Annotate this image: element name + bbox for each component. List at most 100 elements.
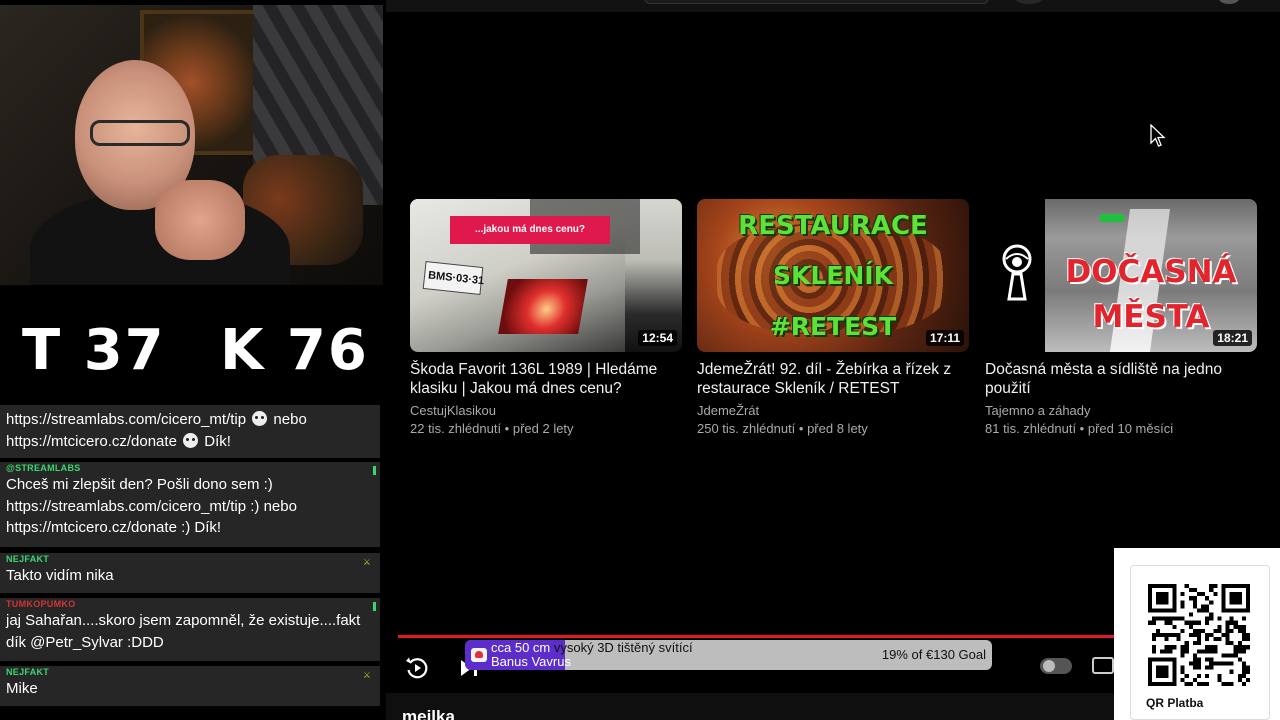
video-thumbnail[interactable]: RESTAURACE SKLENÍK #RETEST 17:11: [697, 199, 969, 352]
qr-module: [1229, 661, 1234, 666]
qr-module: [1152, 637, 1157, 642]
qr-module: [1192, 653, 1197, 658]
qr-module: [1241, 661, 1246, 666]
qr-module: [1241, 632, 1246, 638]
qr-module: [1180, 628, 1185, 633]
qr-module: [1160, 616, 1165, 621]
qr-module: [1209, 588, 1214, 593]
autoplay-toggle[interactable]: [1040, 658, 1072, 674]
qr-module: [1205, 608, 1210, 613]
channel-name[interactable]: Tajemno a záhady: [985, 402, 1257, 420]
qr-module: [1225, 632, 1230, 638]
qr-module: [1213, 637, 1218, 642]
qr-module: [1168, 616, 1173, 621]
qr-module: [1217, 677, 1222, 682]
end-screen-video-1[interactable]: BMS·03·31 ...jakou má dnes cenu? 12:54 Š…: [410, 199, 682, 438]
qr-module: [1180, 604, 1185, 609]
qr-module: [1192, 596, 1197, 601]
qr-module: [1205, 616, 1210, 621]
subtitles-icon[interactable]: [1092, 657, 1114, 674]
qr-module: [1233, 653, 1238, 658]
video-thumbnail[interactable]: BMS·03·31 ...jakou má dnes cenu? 12:54: [410, 199, 682, 352]
video-title[interactable]: Dočasná města a sídliště na jedno použit…: [985, 360, 1257, 398]
qr-module: [1221, 681, 1226, 686]
sword-badge-icon: ⚔: [362, 557, 371, 567]
qr-module: [1201, 649, 1206, 654]
qr-module: [1152, 620, 1157, 625]
upload-age: před 8 lety: [807, 421, 868, 436]
video-meta: 81 tis. zhlédnutí • před 10 měsíci: [985, 421, 1174, 436]
qr-module: [1188, 624, 1193, 629]
video-page-title: mejlka: [402, 707, 455, 720]
chat-text: https://streamlabs.com/cicero_mt/tip: [6, 411, 247, 428]
qr-module: [1241, 649, 1246, 654]
qr-module: [1213, 649, 1218, 654]
qr-module: [1192, 600, 1197, 605]
channel-name[interactable]: JdemeŽrát: [697, 402, 969, 420]
tail-light: [498, 279, 588, 334]
chat-text: https://mtcicero.cz/donate: [6, 432, 177, 450]
view-count: 22 tis. zhlédnutí: [410, 421, 502, 436]
end-screen-video-2[interactable]: RESTAURACE SKLENÍK #RETEST 17:11 JdemeŽr…: [697, 199, 969, 438]
chat-text: Dík!: [200, 432, 231, 450]
qr-module: [1237, 628, 1242, 633]
qr-module: [1172, 645, 1177, 650]
qr-module: [1164, 620, 1169, 625]
qr-module: [1164, 632, 1169, 638]
chat-message: NEJFAKT ⚔ Takto vidím nika: [0, 553, 380, 593]
qr-module: [1192, 657, 1197, 662]
channel-name[interactable]: CestujKlasikou: [410, 402, 682, 420]
qr-module: [1176, 616, 1181, 621]
qr-code-icon: [1148, 584, 1250, 686]
qr-module: [1205, 596, 1210, 601]
mouse-cursor-icon: [1150, 124, 1166, 147]
chat-text: Takto vidím nika: [6, 567, 114, 584]
qr-module: [1164, 649, 1169, 654]
qr-module: [1168, 620, 1173, 625]
qr-module: [1237, 649, 1242, 654]
qr-module: [1192, 661, 1197, 666]
qr-module: [1245, 645, 1250, 650]
qr-label: QR Platba: [1146, 696, 1204, 710]
qr-module: [1152, 645, 1157, 650]
chat-text: Mike: [6, 680, 38, 697]
search-box[interactable]: [644, 0, 989, 4]
video-title[interactable]: JdemeŽrát! 92. díl - Žebírka a řízek z r…: [697, 360, 969, 398]
qr-module: [1196, 673, 1202, 678]
qr-module: [1245, 677, 1250, 682]
license-plate: BMS·03·31: [422, 261, 485, 295]
qr-module: [1205, 632, 1210, 638]
replay-icon[interactable]: [404, 655, 430, 681]
video-title[interactable]: Škoda Favorit 136L 1989 | Hledáme klasik…: [410, 360, 682, 398]
avatar[interactable]: [1218, 0, 1240, 4]
qr-module: [1152, 616, 1157, 621]
qr-module: [1241, 669, 1246, 674]
qr-module: [1180, 592, 1185, 597]
qr-module: [1237, 657, 1242, 662]
top-bar: [386, 0, 1280, 12]
mic-button[interactable]: [1014, 0, 1044, 4]
qr-module: [1188, 632, 1193, 638]
end-screen-video-3[interactable]: DOČASNÁ MĚSTA 18:21 Dočasná města a sídl…: [985, 199, 1257, 438]
qr-module: [1180, 669, 1185, 674]
view-count: 81 tis. zhlédnutí: [985, 421, 1077, 436]
qr-module: [1192, 620, 1197, 625]
qr-module: [1225, 624, 1230, 629]
skull-emoji-icon: [252, 411, 268, 426]
qr-module: [1229, 653, 1234, 658]
qr-module: [1229, 641, 1234, 646]
qr-module: [1192, 632, 1197, 638]
channel-watermark-icon[interactable]: [1000, 244, 1034, 302]
qr-module: [1188, 661, 1193, 666]
sign-image: [1100, 214, 1124, 222]
qr-module: [1205, 645, 1210, 650]
video-duration: 12:54: [638, 330, 677, 346]
badge-icon: [373, 602, 376, 611]
qr-module: [1205, 620, 1210, 625]
qr-module: [1184, 620, 1189, 625]
qr-module: [1196, 620, 1202, 625]
qr-module: [1205, 649, 1210, 654]
score-t: T 37: [22, 318, 166, 383]
upload-age: před 2 lety: [512, 421, 574, 436]
thumbnail-text: RESTAURACE: [738, 211, 928, 241]
